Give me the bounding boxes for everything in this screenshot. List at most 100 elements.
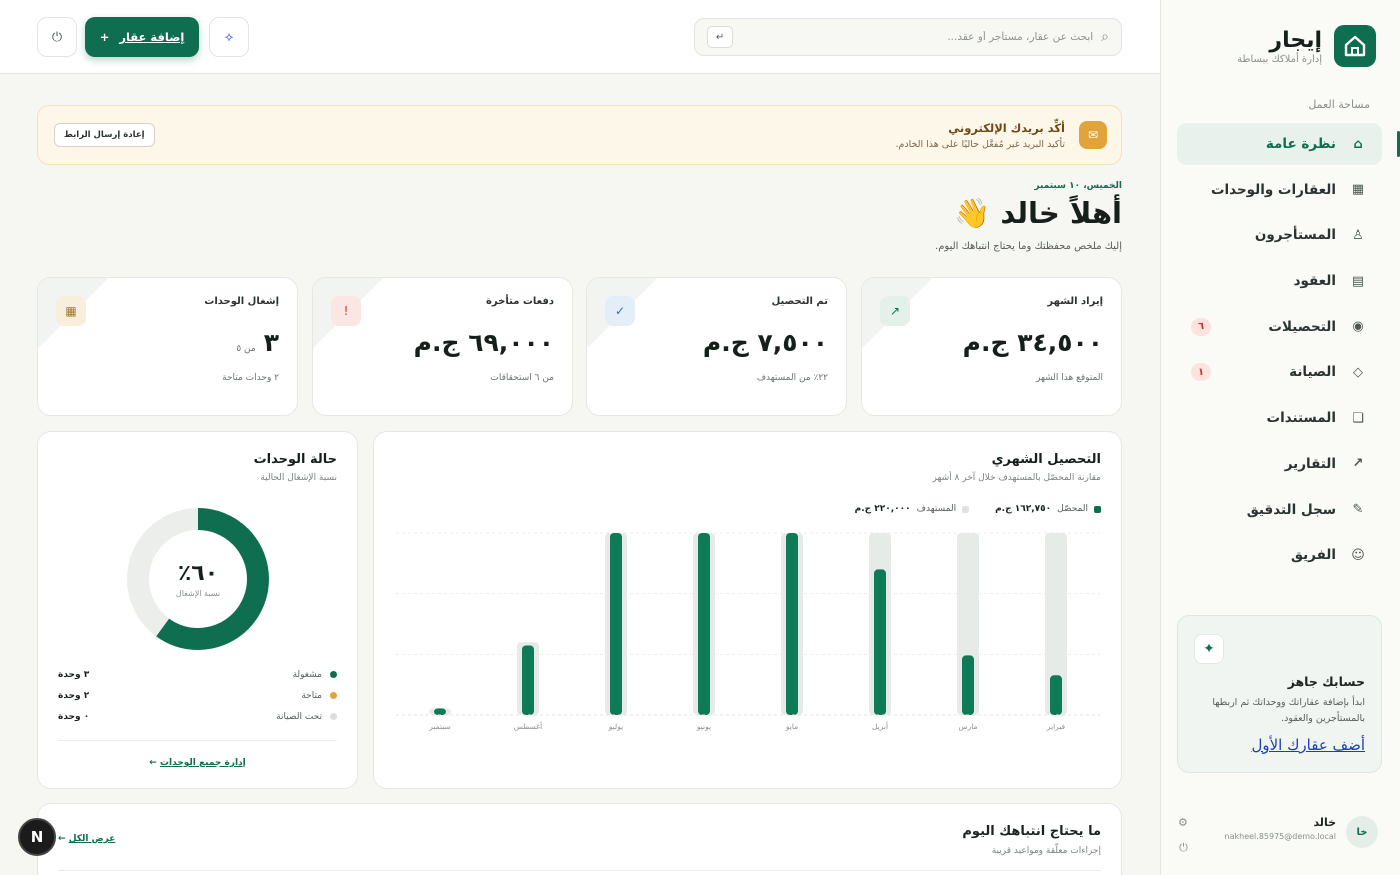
brand[interactable]: إيجار إدارة أملاكك ببساطة xyxy=(1237,25,1376,67)
search-icon: ⌕ xyxy=(1101,29,1109,45)
trend-up-icon: ↗ xyxy=(880,296,910,326)
logout-power-icon[interactable]: ⏻ xyxy=(1178,841,1188,855)
page-title: أهلاً خالد 👋 xyxy=(954,196,1122,230)
legend-swatch-icon xyxy=(1094,505,1101,513)
legend-swatch-icon xyxy=(962,505,970,513)
legend-series-name: المستهدف xyxy=(916,504,957,514)
sidebar-item-label: المستأجرون xyxy=(1254,227,1336,244)
manage-units-link[interactable]: إدارة جميع الوحدات ← xyxy=(38,758,357,768)
house-logo-icon xyxy=(1334,25,1376,67)
sidebar-item-label: المستندات xyxy=(1266,410,1337,427)
power-icon: ⏻ xyxy=(51,29,63,45)
sidebar-item-8[interactable]: ✎ سجل التدقيق xyxy=(1177,489,1382,531)
legend-value: ٠ وحدة xyxy=(58,711,90,722)
sidebar-item-label: التقارير xyxy=(1284,455,1336,472)
x-tick-label: يونيو xyxy=(696,722,711,731)
page-subtitle: إليك ملخص محفظتك وما يحتاج انتباهك اليوم… xyxy=(935,241,1122,252)
theme-toggle-button[interactable]: ⟡ xyxy=(209,17,249,57)
folder-icon: ❏ xyxy=(1352,410,1364,426)
stat-foot: ٢ وحدات متاحة xyxy=(222,373,279,383)
add-property-button[interactable]: إضافة عقار + xyxy=(85,17,199,57)
stat-label: تم التحصيل xyxy=(771,296,828,307)
alert-title: أكِّد بريدك الإلكتروني xyxy=(948,120,1065,135)
legend-name: مشغولة xyxy=(292,669,322,680)
stat-label: إشغال الوحدات xyxy=(204,296,279,307)
search-input[interactable] xyxy=(741,31,1094,43)
sidebar-item-3[interactable]: ▤ العقود xyxy=(1177,260,1382,302)
legend-value: ٢ وحدة xyxy=(58,690,90,701)
stat-foot: من ٦ استحقاقات xyxy=(490,373,554,383)
topbar: ⌕ ↵ ⟡ إضافة عقار + ⏻ xyxy=(0,0,1160,74)
legend-name: متاحة xyxy=(301,690,322,701)
sidebar: إيجار إدارة أملاكك ببساطة مساحة العمل ⌂ ن… xyxy=(1160,0,1400,875)
sidebar-item-label: العقارات والوحدات xyxy=(1210,181,1336,198)
units-subtitle: نسبة الإشغال الحالية xyxy=(260,473,337,483)
stat-card[interactable]: تم التحصيل ✓ ٧,٥٠٠ ج.م ٢٢٪ من المستهدف xyxy=(586,277,847,416)
sparkle-theme-icon: ⟡ xyxy=(224,29,234,45)
stat-foot: المتوقع هذا الشهر xyxy=(1036,373,1103,383)
legend-series-name: المحصّل xyxy=(1057,504,1088,514)
view-all-label: عرض الكل xyxy=(68,834,116,844)
sidebar-item-5[interactable]: ◇ الصيانة ١ xyxy=(1177,351,1382,393)
dev-tools-badge[interactable]: N xyxy=(18,818,56,856)
settings-gear-icon[interactable]: ⚙ xyxy=(1178,816,1188,829)
stat-card[interactable]: دفعات متأخرة! ٦٩,٠٠٠ ج.م من ٦ استحقاقات xyxy=(312,277,573,416)
stat-amount: ٦٩,٠٠٠ ج.م xyxy=(413,328,554,357)
collection-icon: ◉ xyxy=(1352,319,1364,335)
attention-card: ما يحتاج انتباهك اليوم إجراءات معلّقة وم… xyxy=(37,803,1122,875)
collected-bar xyxy=(962,655,974,715)
chart-legend-item: المستهدف ٢٢٠,٠٠٠ ج.م xyxy=(854,504,970,514)
sidebar-item-0[interactable]: ⌂ نظرة عامة xyxy=(1177,123,1400,165)
view-all-link[interactable]: عرض الكل ← xyxy=(58,834,115,844)
units-status-card: حالة الوحدات نسبة الإشغال الحالية ٦٠٪ نس… xyxy=(37,431,358,789)
ready-card-title: حسابك جاهز xyxy=(1287,674,1365,689)
arrow-left-icon: ← xyxy=(58,834,66,844)
legend-series-value: ٢٢٠,٠٠٠ ج.م xyxy=(854,504,911,514)
sidebar-item-4[interactable]: ◉ التحصيلات ٦ xyxy=(1177,306,1382,348)
collected-bar xyxy=(698,533,710,715)
chart-legend: المحصّل ١٦٢,٧٥٠ ج.م المستهدف ٢٢٠,٠٠٠ ج.م xyxy=(855,504,1101,514)
monthly-title: التحصيل الشهري xyxy=(991,452,1101,467)
sidebar-item-label: الفريق xyxy=(1290,547,1336,564)
sidebar-item-label: التحصيلات xyxy=(1268,318,1336,335)
wrench-icon: ◇ xyxy=(1353,364,1363,380)
team-icon: ☺ xyxy=(1351,547,1365,563)
sidebar-item-6[interactable]: ❏ المستندات xyxy=(1177,397,1382,439)
sidebar-item-1[interactable]: ▦ العقارات والوحدات xyxy=(1177,169,1382,211)
stat-value: ٦٩,٠٠٠ ج.م xyxy=(331,328,554,357)
legend-dot-icon xyxy=(330,692,337,699)
sidebar-item-9[interactable]: ☺ الفريق xyxy=(1177,534,1382,576)
alert-icon: ! xyxy=(331,296,361,326)
add-property-label: إضافة عقار xyxy=(119,30,185,44)
sidebar-item-2[interactable]: ♙ المستأجرون xyxy=(1177,214,1382,256)
x-tick-label: فبراير xyxy=(1046,722,1066,731)
stat-amount: ٧,٥٠٠ ج.م xyxy=(702,328,828,357)
stat-suffix: من ٥ xyxy=(236,344,256,354)
occupancy-donut: ٦٠٪ نسبة الإشغال xyxy=(126,507,270,651)
units-title: حالة الوحدات xyxy=(253,452,337,467)
attention-subtitle: إجراءات معلّقة ومواعيد قريبة xyxy=(991,846,1101,856)
monthly-collection-card: التحصيل الشهري مقارنة المحصّل بالمستهدف … xyxy=(373,431,1122,789)
add-first-property-link[interactable]: أضف عقارك الأول xyxy=(1251,736,1365,754)
avatar[interactable]: خا xyxy=(1346,816,1378,848)
check-icon: ✓ xyxy=(605,296,635,326)
stat-foot: ٢٢٪ من المستهدف xyxy=(756,373,828,383)
legend-series-value: ١٦٢,٧٥٠ ج.م xyxy=(995,504,1052,514)
chart-legend-item: المحصّل ١٦٢,٧٥٠ ج.م xyxy=(995,504,1101,514)
x-tick-label: مايو xyxy=(785,722,798,731)
resend-link-button[interactable]: إعادة إرسال الرابط xyxy=(54,123,155,147)
x-tick-label: أغسطس xyxy=(514,721,542,731)
legend-value: ٣ وحدة xyxy=(58,669,90,680)
sidebar-item-7[interactable]: ↗ التقارير xyxy=(1177,443,1382,485)
stat-card[interactable]: إشغال الوحدات ▦ ٣ من ٥ ٢ وحدات متاحة xyxy=(37,277,298,416)
collected-bar xyxy=(522,645,534,715)
logout-button[interactable]: ⏻ xyxy=(37,17,77,57)
stat-card[interactable]: إيراد الشهر ↗ ٣٤,٥٠٠ ج.م المتوقع هذا الشهر xyxy=(861,277,1122,416)
monthly-subtitle: مقارنة المحصّل بالمستهدف خلال آخر ٨ أشهر xyxy=(932,473,1102,483)
app-name: إيجار xyxy=(1269,27,1322,53)
x-tick-label: أبريل xyxy=(872,721,888,731)
document-icon: ▤ xyxy=(1351,273,1365,289)
legend-name: تحت الصيانة xyxy=(276,711,322,722)
sparkle-icon: ✦ xyxy=(1194,634,1224,664)
building-icon: ▦ xyxy=(1351,182,1365,198)
